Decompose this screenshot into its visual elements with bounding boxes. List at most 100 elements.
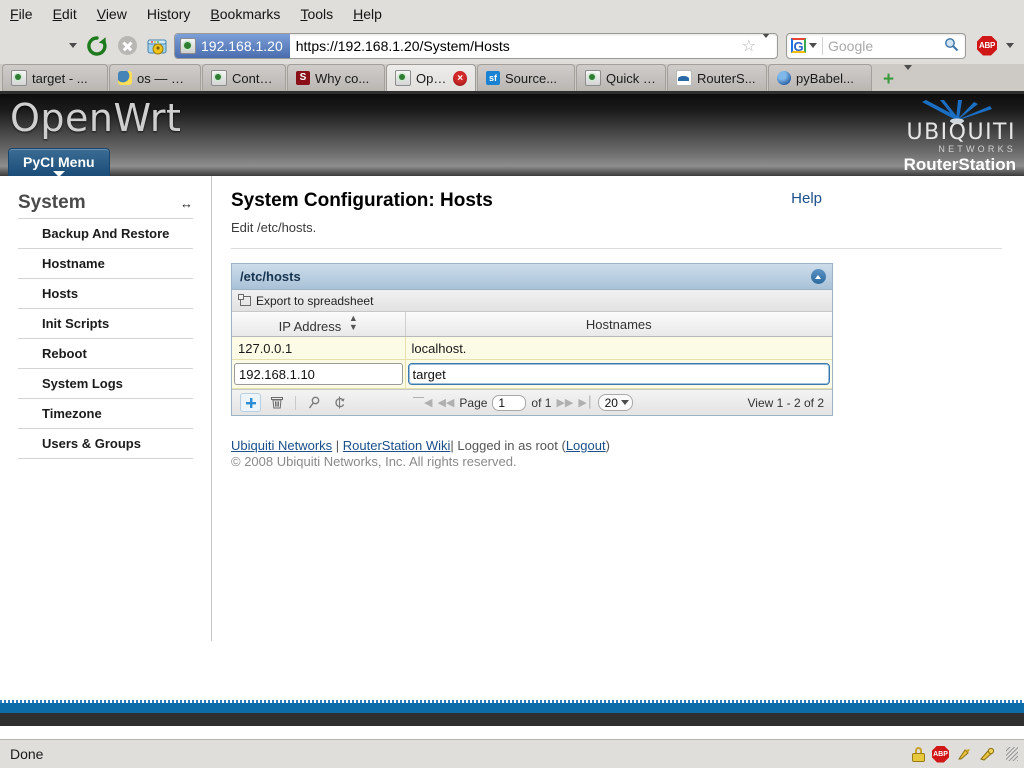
footer-login-text: | Logged in as root ( [450, 438, 566, 453]
hostnames-input[interactable] [407, 363, 830, 385]
pyci-menu-button[interactable]: PyCI Menu [8, 148, 110, 176]
add-row-button[interactable] [240, 393, 261, 412]
resize-grip-icon[interactable] [1006, 747, 1018, 761]
collapse-arrows-icon[interactable]: ↔ [180, 196, 193, 211]
page-size-value: 20 [604, 395, 618, 410]
cell-hostnames[interactable]: localhost. [405, 336, 832, 360]
export-to-spreadsheet-button[interactable]: Export to spreadsheet [256, 294, 373, 308]
menu-history[interactable]: History [145, 5, 193, 23]
logout-link[interactable]: Logout [566, 438, 606, 453]
pyci-menu-label: PyCI Menu [23, 154, 95, 170]
menu-bookmarks[interactable]: Bookmarks [208, 5, 282, 23]
sidebar-item-label: Hostname [42, 256, 105, 271]
sidebar: System ↔ Backup And Restore Hostname Hosts… [0, 176, 212, 641]
page-prev-icon[interactable]: ◀◀ [437, 396, 454, 409]
reload-button[interactable] [84, 33, 110, 59]
menu-edit[interactable]: Edit [51, 5, 79, 23]
ubiquiti-networks-link[interactable]: Ubiquiti Networks [231, 438, 332, 453]
page-body: System ↔ Backup And Restore Hostname Hosts… [0, 176, 1024, 641]
sidebar-item-timezone[interactable]: Timezone [18, 399, 193, 429]
browser-tab[interactable]: Quick r... [576, 64, 666, 91]
sidebar-item-backup-and-restore[interactable]: Backup And Restore [18, 219, 193, 249]
url-bar[interactable]: 192.168.1.20 https://192.168.1.20/System… [174, 32, 778, 59]
panel-toolbar: Export to spreadsheet [232, 290, 832, 312]
tab-list-button[interactable] [902, 65, 922, 91]
ubiquiti-networks-label: NETWORKS [938, 144, 1016, 154]
cell-ip[interactable] [232, 359, 406, 389]
export-spreadsheet-icon [238, 293, 251, 306]
close-icon[interactable]: × [453, 70, 467, 86]
sidebar-item-users-groups[interactable]: Users & Groups [18, 429, 193, 459]
page-last-icon[interactable]: ▶⎮ [578, 396, 592, 409]
page-next-icon[interactable]: ▶▶ [556, 396, 573, 409]
lock-icon[interactable] [912, 746, 925, 762]
url-text[interactable]: https://192.168.1.20/System/Hosts [290, 38, 738, 54]
routerstation-wiki-link[interactable]: RouterStation Wiki [343, 438, 451, 453]
sidebar-item-hostname[interactable]: Hostname [18, 249, 193, 279]
tab-label: os — Mi... [137, 70, 192, 86]
table-row[interactable] [232, 359, 832, 389]
search-input[interactable]: Google [823, 38, 944, 54]
chevron-down-icon [809, 43, 817, 48]
history-dropdown-button[interactable] [66, 33, 80, 59]
site-identity-box[interactable]: 192.168.1.20 [175, 33, 290, 58]
abp-icon[interactable]: ABP [932, 745, 949, 763]
search-bar[interactable]: G Google [786, 32, 966, 59]
collapse-circle-icon[interactable] [811, 269, 826, 284]
sidebar-item-reboot[interactable]: Reboot [18, 339, 193, 369]
forward-button[interactable] [2, 33, 62, 393]
browser-tab[interactable]: Ope... × [386, 64, 476, 91]
search-icon[interactable] [944, 37, 965, 55]
adblock-plus-button[interactable]: ABP [976, 35, 998, 57]
sidebar-item-hosts[interactable]: Hosts [18, 279, 193, 309]
ip-input[interactable] [234, 363, 403, 385]
pager-page-input[interactable] [492, 394, 527, 411]
refresh-rows-button[interactable] [330, 394, 349, 411]
cell-hostnames[interactable] [405, 359, 832, 389]
back-button[interactable] [2, 33, 32, 393]
search-engine-selector[interactable]: G [787, 36, 823, 55]
screen: FFileile Edit View History Bookmarks Too… [0, 0, 1024, 768]
browser-tab[interactable]: S Why co... [287, 64, 385, 91]
help-link[interactable]: Help [791, 190, 1002, 207]
column-header-hostnames[interactable]: Hostnames [405, 312, 832, 337]
new-tab-button[interactable]: + [873, 70, 902, 91]
browser-tab[interactable]: os — Mi... [109, 64, 201, 91]
page-footer: Ubiquiti Networks | RouterStation Wiki| … [231, 438, 1002, 471]
browser-tab[interactable]: RouterS... [667, 64, 767, 91]
page-first-icon[interactable]: ⎺◀ [413, 396, 432, 410]
menu-tools[interactable]: Tools [298, 5, 335, 23]
browser-tab[interactable]: sf Source... [477, 64, 575, 91]
plugin-warning-icon[interactable] [979, 746, 995, 762]
browser-tab[interactable]: Contest... [202, 64, 286, 91]
search-rows-button[interactable] [305, 394, 324, 411]
sf-favicon-icon: sf [486, 71, 500, 85]
home-button[interactable] [144, 33, 170, 59]
browser-tab[interactable]: target - ... [2, 64, 108, 91]
menu-help[interactable]: Help [351, 5, 384, 23]
plugin-icon[interactable] [956, 746, 972, 762]
google-icon: G [791, 38, 806, 54]
page-title: System Configuration: Hosts [231, 190, 493, 211]
page-size-select[interactable]: 20 [597, 394, 633, 411]
tab-label: RouterS... [697, 70, 756, 86]
panel-header: /etc/hosts [232, 264, 832, 290]
status-bar: Done ABP [0, 739, 1024, 768]
cell-text: localhost. [411, 340, 467, 356]
site-header: OpenWrt PyCI Menu UBIQUITI NETWORKS Rout… [0, 94, 1024, 176]
column-header-ip-address[interactable]: IP Address ▲ ▼ [232, 312, 406, 337]
menu-file[interactable]: FFileile [8, 5, 35, 23]
bookmark-star-icon[interactable]: ☆ [738, 36, 760, 56]
cell-ip[interactable]: 127.0.0.1 [232, 336, 406, 360]
panel-title: /etc/hosts [240, 269, 301, 284]
table-row[interactable]: 127.0.0.1 localhost. [232, 336, 832, 360]
globe-favicon-icon [11, 70, 27, 86]
toolbar-overflow-button[interactable] [1002, 33, 1018, 59]
menu-view[interactable]: View [95, 5, 129, 23]
browser-tab[interactable]: pyBabel... [768, 64, 872, 91]
sidebar-item-init-scripts[interactable]: Init Scripts [18, 309, 193, 339]
delete-row-button[interactable] [267, 394, 286, 411]
url-history-dropdown[interactable] [760, 33, 777, 53]
stop-button[interactable] [114, 33, 140, 59]
sidebar-item-system-logs[interactable]: System Logs [18, 369, 193, 399]
